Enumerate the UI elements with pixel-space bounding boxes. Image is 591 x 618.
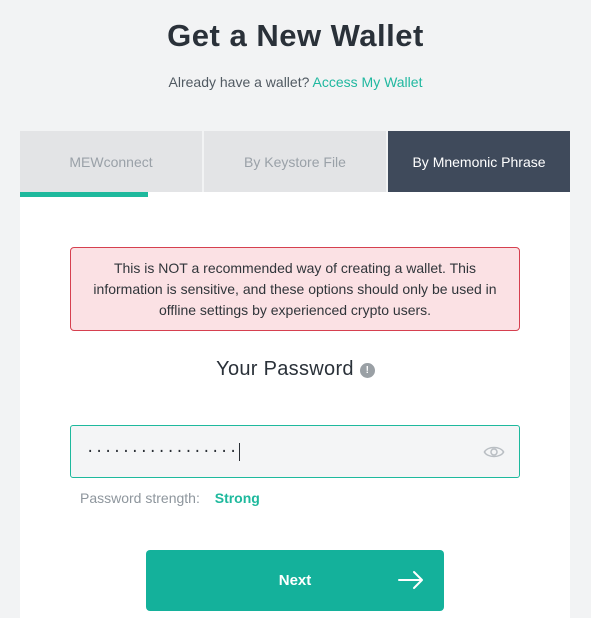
subtitle-text: Already have a wallet?	[168, 74, 310, 90]
access-wallet-link[interactable]: Access My Wallet	[313, 74, 423, 90]
strength-value: Strong	[214, 490, 260, 506]
password-heading: Your Password !	[0, 358, 591, 381]
page: Get a New Wallet Already have a wallet? …	[0, 0, 591, 618]
password-value[interactable]: ·················	[86, 442, 240, 461]
password-strength: Password strength: Strong	[80, 490, 260, 506]
arrow-right-icon	[398, 571, 423, 589]
next-button-label: Next	[278, 572, 312, 589]
subtitle: Already have a wallet? Access My Wallet	[0, 74, 591, 90]
tab-mewconnect[interactable]: MEWconnect	[20, 131, 202, 192]
password-heading-text: Your Password	[216, 358, 354, 380]
warning-alert: This is NOT a recommended way of creatin…	[70, 247, 520, 331]
tab-keystore-file[interactable]: By Keystore File	[204, 131, 386, 192]
password-input[interactable]: ·················	[70, 425, 520, 478]
strength-label: Password strength:	[80, 490, 200, 506]
tab-indicator	[20, 192, 148, 197]
eye-icon[interactable]	[483, 442, 505, 462]
next-button[interactable]: Next	[146, 550, 444, 611]
tab-mnemonic-phrase[interactable]: By Mnemonic Phrase	[388, 131, 570, 192]
panel-top-edge	[148, 192, 570, 197]
wallet-method-tabs: MEWconnect By Keystore File By Mnemonic …	[20, 131, 570, 192]
info-icon[interactable]: !	[359, 363, 375, 378]
page-title: Get a New Wallet	[167, 18, 424, 53]
